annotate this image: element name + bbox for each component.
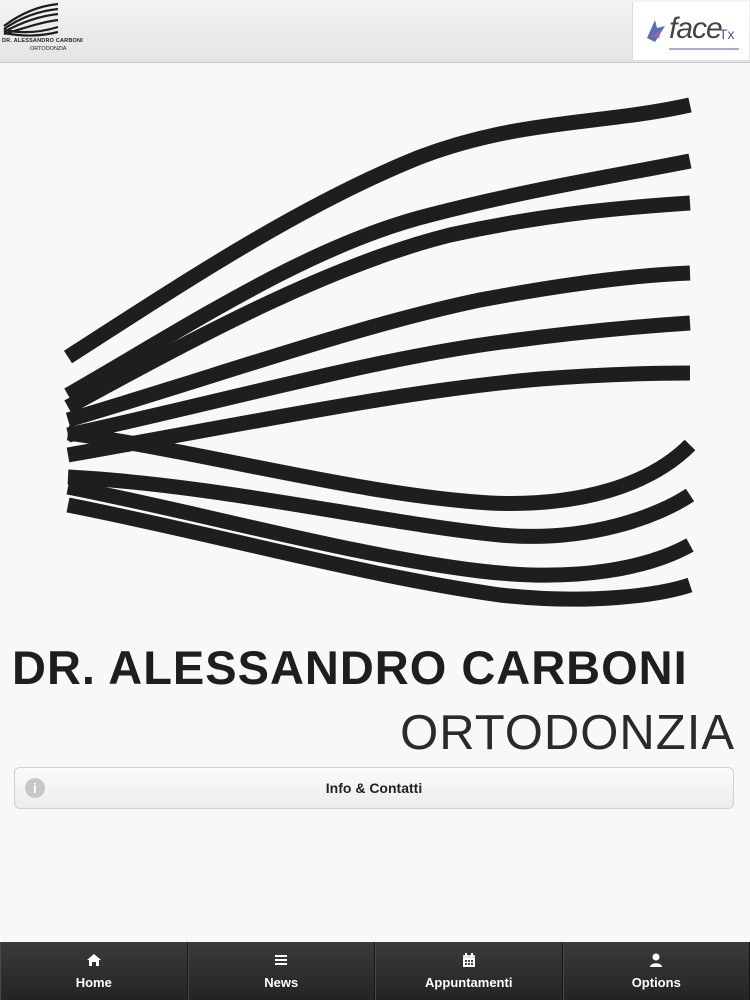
tab-news[interactable]: News	[187, 942, 375, 1000]
tab-appuntamenti-label: Appuntamenti	[425, 975, 513, 990]
wave-logo-icon	[3, 2, 59, 37]
info-contatti-button[interactable]: i Info & Contatti	[14, 767, 734, 809]
tab-options-label: Options	[631, 975, 681, 990]
home-icon	[86, 954, 101, 966]
user-icon	[650, 953, 663, 967]
top-bar: DR. ALESSANDRO CARBONI ORTODONZIA face T…	[0, 0, 750, 63]
wave-line	[66, 425, 696, 511]
header-logo-name: DR. ALESSANDRO CARBONI	[2, 38, 83, 44]
face-mark-icon	[647, 20, 665, 42]
partner-logo[interactable]: face Tx	[632, 2, 749, 60]
tab-home-label: Home	[75, 975, 112, 990]
tab-home[interactable]: Home	[0, 942, 188, 1000]
bottom-tab-bar: Home News Appuntamenti Options	[0, 942, 750, 1000]
partner-face-text: face	[669, 12, 723, 45]
partner-tagline-bar	[669, 48, 739, 50]
tab-appuntamenti[interactable]: Appuntamenti	[375, 942, 563, 1000]
hero-wave-logo	[63, 97, 696, 607]
partner-tx-text: Tx	[719, 26, 735, 42]
list-icon	[275, 955, 288, 965]
header-logo[interactable]: DR. ALESSANDRO CARBONI ORTODONZIA	[0, 0, 83, 62]
header-logo-subtitle: ORTODONZIA	[30, 46, 67, 52]
brand-subtitle: ORTODONZIA	[400, 706, 735, 760]
brand-name: DR. ALESSANDRO CARBONI	[12, 641, 688, 694]
tab-options[interactable]: Options	[562, 942, 750, 1000]
info-contatti-label: Info & Contatti	[325, 780, 423, 796]
calendar-icon	[462, 953, 475, 967]
tab-news-label: News	[264, 975, 299, 990]
